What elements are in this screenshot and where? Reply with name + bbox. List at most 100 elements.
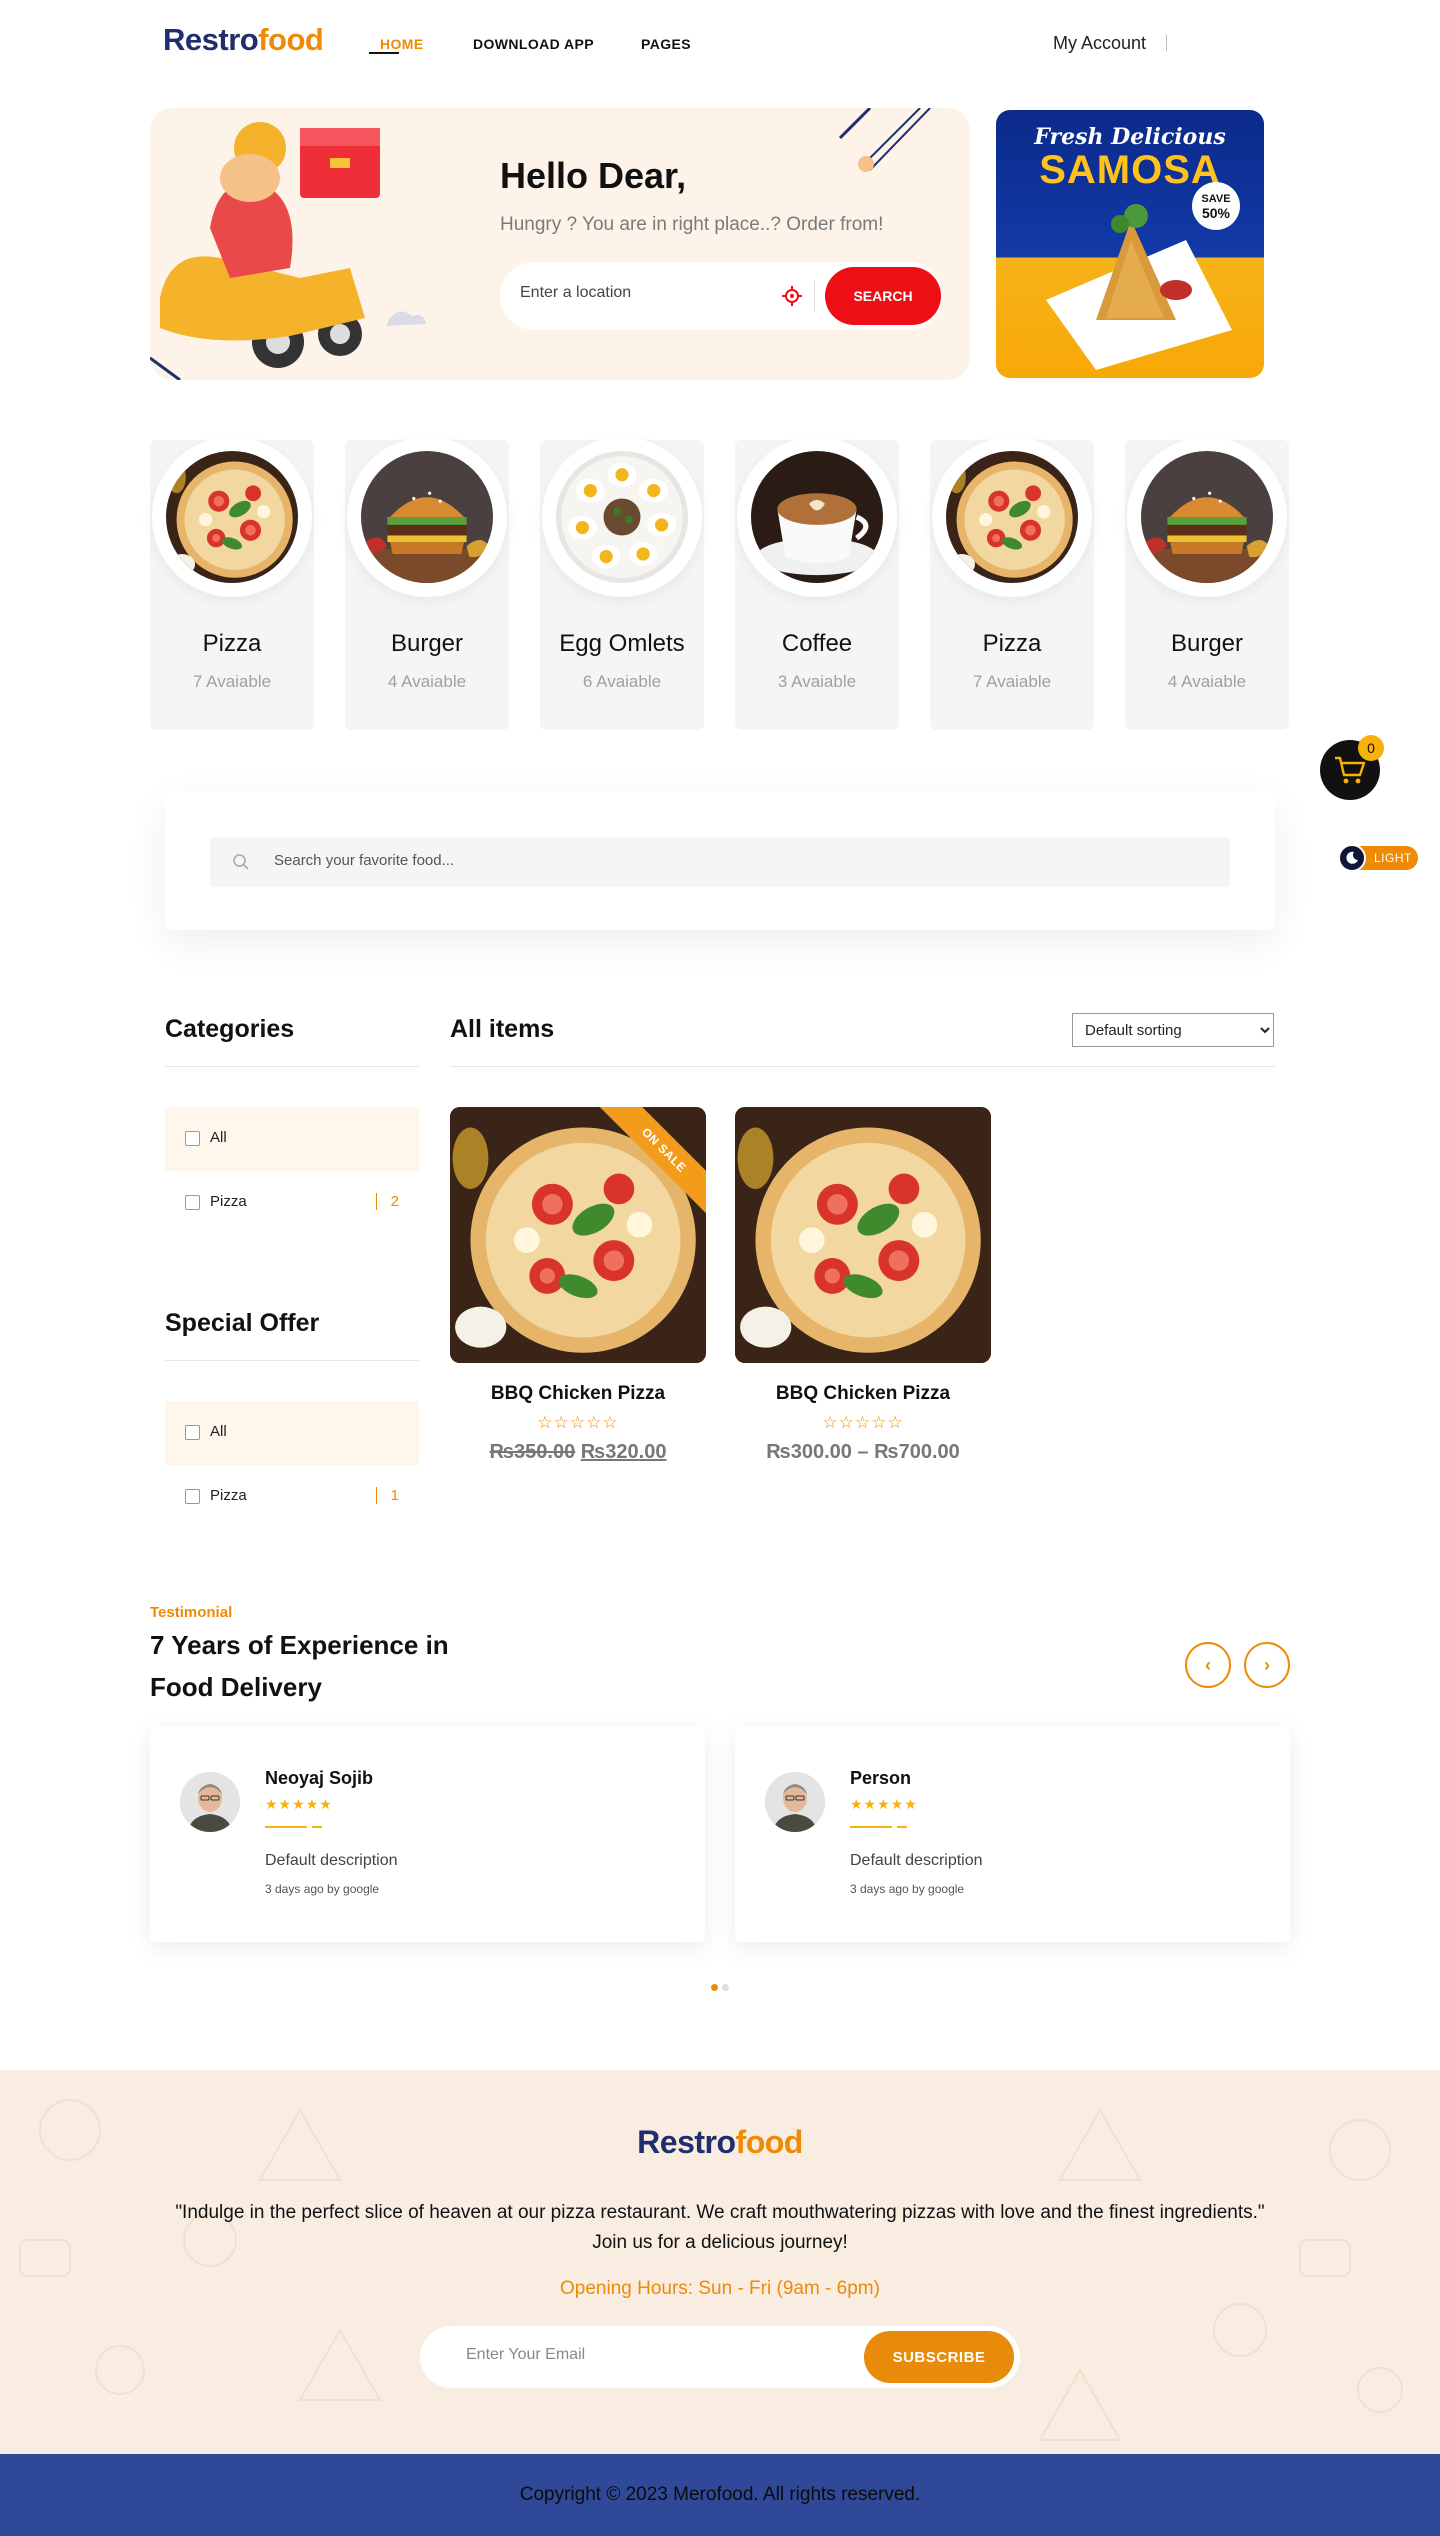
nav-pages[interactable]: PAGES: [641, 36, 691, 52]
reviewer-name: Person: [850, 1768, 912, 1788]
price-new: ₨320.00: [580, 1441, 667, 1463]
sort-dropdown[interactable]: Default sorting: [1072, 1013, 1274, 1047]
review-accent-line: [850, 1826, 892, 1828]
promo-kicker: Fresh Delicious: [1034, 124, 1226, 150]
testimonial-next-button[interactable]: ›: [1244, 1642, 1290, 1688]
footer-logo[interactable]: Restrofood: [0, 2124, 1440, 2161]
carousel-dot[interactable]: [722, 1984, 729, 1991]
category-card-burger[interactable]: Burger 4 Avaiable: [345, 437, 509, 730]
category-card-pizza[interactable]: Pizza 7 Avaiable: [150, 437, 314, 730]
special-offer-divider: [165, 1360, 419, 1361]
location-search-button[interactable]: SEARCH: [825, 267, 941, 325]
samosa-promo-banner[interactable]: Fresh Delicious SAMOSA SAVE 50%: [996, 110, 1264, 378]
review-accent-line: [265, 1826, 307, 1828]
review-accent-dash: [312, 1826, 322, 1828]
subscribe-button[interactable]: SUBSCRIBE: [864, 2331, 1014, 2383]
category-card-burger[interactable]: Burger 4 Avaiable: [1125, 437, 1289, 730]
category-name: Burger: [1170, 630, 1244, 657]
filter-label: Pizza: [210, 1487, 247, 1504]
category-card-pizza[interactable]: Pizza 7 Avaiable: [930, 437, 1094, 730]
product-rating: ☆☆☆☆☆: [822, 1413, 904, 1432]
copyright-text: Copyright © 2023 Merofood. All rights re…: [519, 2484, 921, 2505]
category-name: Pizza: [982, 630, 1042, 657]
items-divider: [450, 1066, 1275, 1067]
carousel-dot-active[interactable]: [711, 1984, 718, 1991]
review-text: Default description: [265, 1852, 398, 1869]
checkbox[interactable]: [185, 1425, 200, 1440]
eggs-image: [556, 451, 688, 583]
theme-label: LIGHT: [1374, 851, 1412, 865]
price-old: ₨350.00: [489, 1441, 576, 1463]
location-search-bar: SEARCH: [500, 262, 942, 330]
filter-label: All: [210, 1423, 227, 1440]
category-count: 6 Avaiable: [582, 672, 662, 691]
category-filter-pizza[interactable]: Pizza 2: [165, 1171, 419, 1235]
discount-badge: SAVE 50%: [1192, 182, 1240, 230]
nav-home[interactable]: HOME: [380, 36, 424, 52]
newsletter-form: SUBSCRIBE: [420, 2326, 1020, 2388]
product-price: ₨350.00 ₨320.00: [450, 1441, 706, 1464]
hero-subtitle: Hungry ? You are in right place..? Order…: [500, 214, 884, 235]
review-meta: 3 days ago by google: [850, 1882, 965, 1896]
review-rating: ★★★★★: [265, 1796, 333, 1812]
review-meta: 3 days ago by google: [265, 1882, 380, 1896]
product-name[interactable]: BBQ Chicken Pizza: [735, 1383, 991, 1405]
category-card-egg-omlets[interactable]: Egg Omlets 6 Avaiable: [540, 437, 704, 730]
email-field[interactable]: [466, 2346, 826, 2364]
product-rating: ☆☆☆☆☆: [537, 1413, 619, 1432]
category-image-frame: [152, 437, 312, 597]
checkbox[interactable]: [185, 1131, 200, 1146]
cart-icon: [1335, 756, 1366, 784]
category-count: 3 Avaiable: [777, 672, 857, 691]
opening-hours: Opening Hours: Sun - Fri (9am - 6pm): [560, 2278, 880, 2299]
theme-toggle[interactable]: LIGHT: [1338, 844, 1418, 872]
food-search-bar: [210, 837, 1230, 887]
food-search-panel: [165, 792, 1275, 930]
testimonial-prev-button[interactable]: ‹: [1185, 1642, 1231, 1688]
filter-label: Pizza: [210, 1193, 247, 1210]
delivery-scooter-illustration: [150, 122, 426, 380]
nav-download-app[interactable]: DOWNLOAD APP: [473, 36, 594, 52]
search-icon: [233, 854, 249, 870]
nav-divider: [1166, 35, 1167, 51]
checkbox[interactable]: [185, 1489, 200, 1504]
pizza-image: [946, 451, 1078, 583]
site-header: Restrofood HOME DOWNLOAD APP PAGES My Ac…: [0, 0, 1440, 90]
hero-title: Hello Dear,: [500, 155, 687, 196]
pizza-image: [735, 1107, 991, 1363]
product-price: ₨300.00 – ₨700.00: [766, 1441, 960, 1463]
category-count: 4 Avaiable: [1167, 672, 1247, 691]
checkbox[interactable]: [185, 1195, 200, 1210]
category-count: 4 Avaiable: [387, 672, 467, 691]
category-image-frame: [1127, 437, 1287, 597]
footer-description: "Indulge in the perfect slice of heaven …: [175, 2202, 1265, 2253]
category-image-frame: [347, 437, 507, 597]
burger-image: [361, 451, 493, 583]
pizza-image: [166, 451, 298, 583]
category-count: 7 Avaiable: [972, 672, 1052, 691]
special-filter-pizza[interactable]: Pizza 1: [165, 1465, 419, 1529]
site-logo[interactable]: Restrofood: [163, 22, 324, 58]
category-count: 7 Avaiable: [192, 672, 272, 691]
food-search-input[interactable]: [274, 852, 1174, 869]
category-filter-all[interactable]: All: [165, 1107, 419, 1171]
my-account-link[interactable]: My Account: [1053, 33, 1146, 54]
locate-me-icon[interactable]: [782, 286, 802, 306]
product-name[interactable]: BBQ Chicken Pizza: [450, 1383, 706, 1405]
category-card-coffee[interactable]: Coffee 3 Avaiable: [735, 437, 899, 730]
product-image[interactable]: [735, 1107, 991, 1363]
product-image[interactable]: ON SALE: [450, 1107, 706, 1363]
avatar: [180, 1772, 240, 1832]
category-name: Burger: [390, 630, 464, 657]
category-image-frame: [737, 437, 897, 597]
testimonial-kicker: Testimonial: [150, 1604, 233, 1621]
special-filter-all[interactable]: All: [165, 1401, 419, 1465]
location-input[interactable]: [520, 284, 760, 302]
moon-icon: [1338, 844, 1366, 872]
review-rating: ★★★★★: [850, 1796, 918, 1812]
cart-count-badge: 0: [1358, 735, 1384, 761]
category-name: Coffee: [781, 630, 853, 657]
testimonial-title: 7 Years of Experience in Food Delivery: [150, 1630, 449, 1702]
filter-count: 1: [375, 1487, 399, 1504]
review-card: Person ★★★★★ Default description 3 days …: [735, 1726, 1290, 1942]
